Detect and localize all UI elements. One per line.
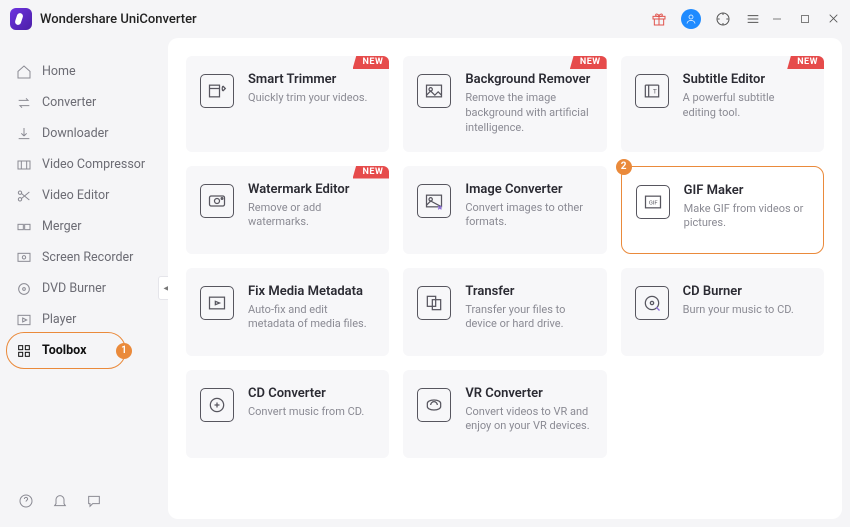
tool-icon <box>200 388 234 422</box>
tool-card-cd-converter[interactable]: CD Converter Convert music from CD. <box>186 370 389 458</box>
tool-card-transfer[interactable]: Transfer Transfer your files to device or… <box>403 268 606 356</box>
tool-icon <box>635 286 669 320</box>
tool-icon <box>200 286 234 320</box>
tool-title: Fix Media Metadata <box>248 284 375 299</box>
toolbox-icon <box>16 343 32 359</box>
tool-description: Burn your music to CD. <box>683 303 794 318</box>
converter-icon <box>16 95 32 111</box>
tool-title: CD Converter <box>248 386 364 401</box>
tool-title: Background Remover <box>465 72 592 87</box>
tool-icon <box>417 388 451 422</box>
tool-icon <box>200 184 234 218</box>
main-content: NEW Smart Trimmer Quickly trim your videos… <box>168 38 842 519</box>
app-title: Wondershare UniConverter <box>40 12 197 27</box>
annotation-marker-2: 2 <box>616 159 632 175</box>
gift-icon[interactable] <box>651 11 667 27</box>
notification-icon[interactable] <box>52 493 68 513</box>
sidebar-item-downloader[interactable]: Downloader <box>0 118 168 149</box>
tool-icon <box>417 74 451 108</box>
sidebar-item-screen-recorder[interactable]: Screen Recorder <box>0 242 168 273</box>
sidebar-item-label: Home <box>42 64 76 79</box>
menu-icon[interactable] <box>745 11 761 27</box>
window-maximize-button[interactable] <box>799 10 811 29</box>
scissors-icon <box>16 188 32 204</box>
tool-description: Transfer your files to device or hard dr… <box>465 303 592 333</box>
tool-description: A powerful subtitle editing tool. <box>683 91 810 121</box>
sidebar-item-label: Player <box>42 312 76 327</box>
svg-text:T: T <box>652 88 656 96</box>
sidebar-item-label: Toolbox <box>42 343 86 358</box>
sidebar-item-dvd-burner[interactable]: DVD Burner <box>0 273 168 304</box>
tool-description: Auto-fix and edit metadata of media file… <box>248 303 375 333</box>
tool-card-watermark-editor[interactable]: NEW Watermark Editor Remove or add waterma… <box>186 166 389 254</box>
sidebar: Home Converter Downloader Video Compress… <box>0 38 168 527</box>
help-icon[interactable] <box>18 493 34 513</box>
sidebar-item-converter[interactable]: Converter <box>0 87 168 118</box>
tool-icon: GIF <box>636 185 670 219</box>
screen-recorder-icon <box>16 250 32 266</box>
tool-description: Make GIF from videos or pictures. <box>684 202 809 232</box>
window-minimize-button[interactable] <box>771 10 783 29</box>
sidebar-item-label: Screen Recorder <box>42 250 133 265</box>
tool-card-fix-media-metadata[interactable]: Fix Media Metadata Auto-fix and edit meta… <box>186 268 389 356</box>
sidebar-item-label: Video Editor <box>42 188 109 203</box>
svg-text:GIF: GIF <box>648 200 658 206</box>
tool-description: Remove or add watermarks. <box>248 201 375 231</box>
tool-title: GIF Maker <box>684 183 809 198</box>
tool-description: Convert videos to VR and enjoy on your V… <box>465 405 592 435</box>
new-badge: NEW <box>353 56 390 69</box>
download-icon <box>16 126 32 142</box>
sidebar-item-label: Converter <box>42 95 96 110</box>
tool-title: Subtitle Editor <box>683 72 810 87</box>
sidebar-item-label: Downloader <box>42 126 109 141</box>
tool-title: CD Burner <box>683 284 794 299</box>
sidebar-item-label: DVD Burner <box>42 281 106 296</box>
tool-description: Remove the image background with artific… <box>465 91 592 136</box>
tool-card-smart-trimmer[interactable]: NEW Smart Trimmer Quickly trim your videos… <box>186 56 389 152</box>
home-icon <box>16 64 32 80</box>
tool-card-subtitle-editor[interactable]: NEW T Subtitle Editor A powerful subtitle e… <box>621 56 824 152</box>
sidebar-item-toolbox[interactable]: Toolbox <box>0 335 168 366</box>
feedback-icon[interactable] <box>86 493 102 513</box>
tool-title: Image Converter <box>465 182 592 197</box>
tool-icon <box>417 286 451 320</box>
tool-card-background-remover[interactable]: NEW Background Remover Remove the image ba… <box>403 56 606 152</box>
tool-title: Watermark Editor <box>248 182 375 197</box>
tool-description: Quickly trim your videos. <box>248 91 367 106</box>
tool-title: Smart Trimmer <box>248 72 367 87</box>
new-badge: NEW <box>353 166 390 179</box>
new-badge: NEW <box>787 56 824 69</box>
compressor-icon <box>16 157 32 173</box>
sidebar-item-merger[interactable]: Merger <box>0 211 168 242</box>
tool-card-gif-maker[interactable]: 2GIFGIF MakerMake GIF from videos or pic… <box>621 166 824 254</box>
titlebar: Wondershare UniConverter <box>0 0 850 38</box>
tool-icon <box>200 74 234 108</box>
sidebar-item-home[interactable]: Home <box>0 56 168 87</box>
sidebar-item-label: Merger <box>42 219 82 234</box>
player-icon <box>16 312 32 328</box>
user-account-icon[interactable] <box>681 9 701 29</box>
sidebar-item-label: Video Compressor <box>42 157 145 172</box>
tool-card-cd-burner[interactable]: CD Burner Burn your music to CD. <box>621 268 824 356</box>
sidebar-item-video-editor[interactable]: Video Editor <box>0 180 168 211</box>
annotation-marker-1: 1 <box>116 343 132 359</box>
tool-title: Transfer <box>465 284 592 299</box>
tool-card-vr-converter[interactable]: VR Converter Convert videos to VR and enj… <box>403 370 606 458</box>
dvd-icon <box>16 281 32 297</box>
app-logo-icon <box>10 8 32 30</box>
tool-card-image-converter[interactable]: Image Converter Convert images to other f… <box>403 166 606 254</box>
merger-icon <box>16 219 32 235</box>
tool-icon: T <box>635 74 669 108</box>
sidebar-item-player[interactable]: Player <box>0 304 168 335</box>
support-icon[interactable] <box>715 11 731 27</box>
tool-title: VR Converter <box>465 386 592 401</box>
tool-description: Convert images to other formats. <box>465 201 592 231</box>
sidebar-item-video-compressor[interactable]: Video Compressor <box>0 149 168 180</box>
tool-description: Convert music from CD. <box>248 405 364 420</box>
window-close-button[interactable] <box>827 10 840 29</box>
new-badge: NEW <box>570 56 607 69</box>
tool-icon <box>417 184 451 218</box>
